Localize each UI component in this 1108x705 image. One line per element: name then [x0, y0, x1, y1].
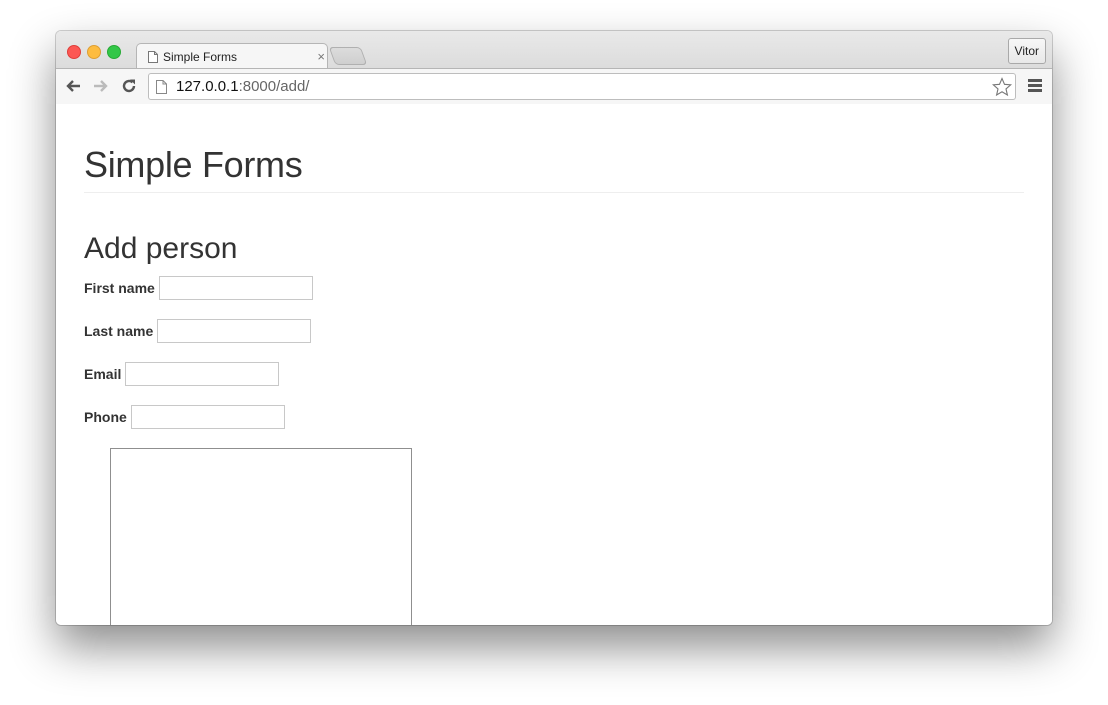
- page-title: Simple Forms: [84, 144, 303, 185]
- minimize-window-button[interactable]: [87, 45, 101, 59]
- browser-toolbar: 127.0.0.1:8000/add/: [56, 68, 1052, 105]
- browser-tab[interactable]: Simple Forms ×: [148, 44, 328, 69]
- browser-window: Simple Forms × Vitor 127.0.0.1:8000/add/…: [56, 31, 1052, 625]
- close-window-button[interactable]: [67, 45, 81, 59]
- star-icon[interactable]: [992, 76, 1012, 97]
- url-text[interactable]: 127.0.0.1:8000/add/: [176, 78, 992, 95]
- notes-textarea[interactable]: [110, 448, 412, 625]
- last-name-label: Last name: [84, 323, 154, 339]
- arrow-left-icon: [66, 80, 80, 92]
- last-name-row: Last name: [84, 319, 312, 343]
- address-bar[interactable]: 127.0.0.1:8000/add/: [148, 73, 1016, 100]
- new-tab-button[interactable]: [328, 47, 368, 65]
- page-icon: [156, 79, 167, 94]
- reload-icon: [122, 79, 136, 93]
- phone-row: Phone: [84, 405, 285, 429]
- hamburger-menu-icon[interactable]: [1028, 79, 1042, 93]
- email-row: Email: [84, 362, 280, 386]
- page-icon: [148, 50, 158, 63]
- section-title: Add person: [84, 232, 238, 265]
- first-name-input[interactable]: [158, 276, 313, 300]
- tab-title: Simple Forms: [163, 49, 238, 64]
- url-host: 127.0.0.1: [176, 78, 239, 95]
- divider: [84, 192, 1024, 193]
- phone-label: Phone: [84, 409, 127, 425]
- email-label: Email: [84, 366, 122, 382]
- last-name-input[interactable]: [157, 319, 312, 343]
- close-tab-icon[interactable]: ×: [317, 49, 325, 64]
- maximize-window-button[interactable]: [107, 45, 121, 59]
- phone-input[interactable]: [130, 405, 285, 429]
- first-name-label: First name: [84, 280, 155, 296]
- reload-button[interactable]: [119, 76, 139, 96]
- first-name-row: First name: [84, 276, 313, 300]
- back-button[interactable]: [63, 76, 83, 96]
- email-input[interactable]: [125, 362, 280, 386]
- title-bar: Simple Forms × Vitor: [56, 31, 1052, 70]
- url-path: :8000/add/: [238, 78, 310, 95]
- arrow-right-icon: [94, 80, 108, 92]
- profile-button[interactable]: Vitor: [1007, 38, 1046, 64]
- forward-button[interactable]: [91, 76, 111, 96]
- page-content: Simple Forms Add person First name Last …: [56, 104, 1052, 625]
